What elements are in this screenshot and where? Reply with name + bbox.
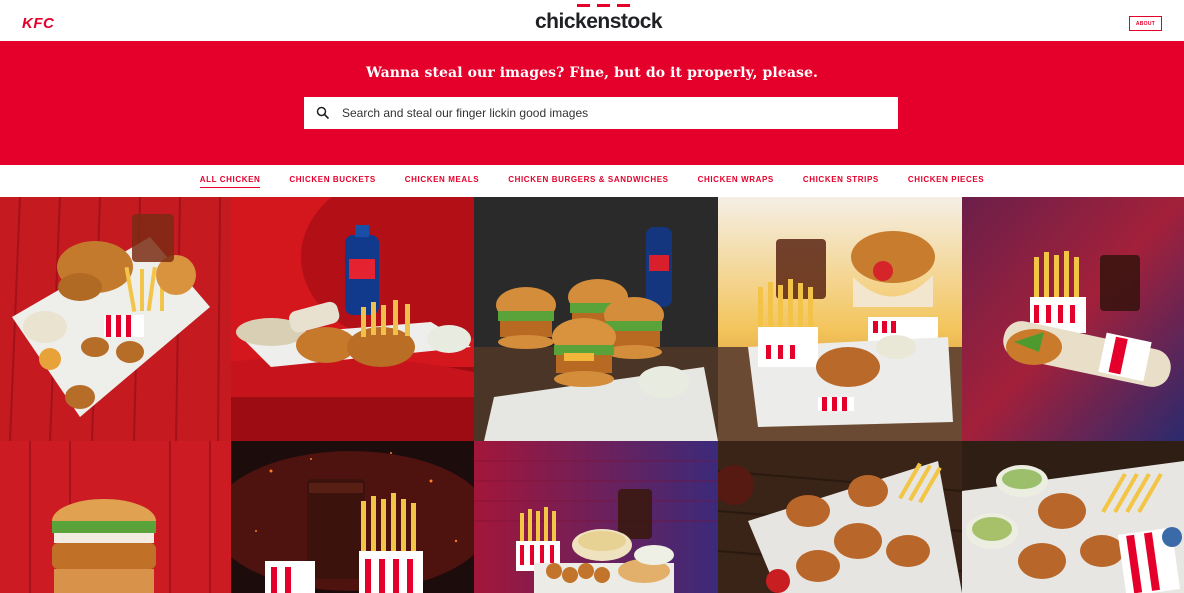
image-tile[interactable]: [474, 441, 718, 593]
chicken-burgers-image: [474, 197, 718, 441]
tab-chicken-meals[interactable]: CHICKEN MEALS: [405, 175, 479, 187]
brand-stripes-icon: [577, 4, 631, 8]
image-tile[interactable]: [718, 441, 962, 593]
tab-chicken-wraps[interactable]: CHICKEN WRAPS: [698, 175, 774, 187]
image-tile[interactable]: [231, 197, 474, 441]
popcorn-chicken-meal-image: [474, 441, 718, 593]
image-grid: [0, 197, 1184, 593]
chicken-burger-image: [0, 441, 231, 593]
chicken-wraps-meal-image: [231, 197, 474, 441]
chicken-bucket-image: [962, 441, 1184, 593]
fries-and-drink-image: [231, 441, 474, 593]
tab-chicken-strips[interactable]: CHICKEN STRIPS: [803, 175, 879, 187]
hero-banner: Wanna steal our images? Fine, but do it …: [0, 41, 1184, 165]
chicken-meal-tray-image: [0, 197, 231, 441]
image-tile[interactable]: [962, 197, 1184, 441]
image-tile[interactable]: [0, 197, 231, 441]
tab-chicken-pieces[interactable]: CHICKEN PIECES: [908, 175, 984, 187]
kfc-logo[interactable]: KFC: [22, 15, 54, 32]
top-bar: KFC chickenstock ABOUT: [0, 0, 1184, 41]
tab-chicken-buckets[interactable]: CHICKEN BUCKETS: [289, 175, 375, 187]
chicken-pieces-image: [718, 441, 962, 593]
tab-chicken-burgers-sandwiches[interactable]: CHICKEN BURGERS & SANDWICHES: [508, 175, 668, 187]
search-input[interactable]: [342, 98, 882, 128]
search-bar[interactable]: [304, 97, 898, 129]
search-icon[interactable]: [304, 97, 342, 129]
image-tile[interactable]: [474, 197, 718, 441]
image-tile[interactable]: [718, 197, 962, 441]
image-tile[interactable]: [0, 441, 231, 593]
twister-wrap-image: [962, 197, 1184, 441]
tab-all-chicken[interactable]: ALL CHICKEN: [199, 175, 261, 188]
category-nav: ALL CHICKEN CHICKEN BUCKETS CHICKEN MEAL…: [0, 165, 1184, 197]
image-tile[interactable]: [962, 441, 1184, 593]
image-tile[interactable]: [231, 441, 474, 593]
chicken-box-meal-image: [718, 197, 962, 441]
chickenstock-logo[interactable]: chickenstock: [535, 10, 663, 34]
about-button[interactable]: ABOUT: [1129, 16, 1162, 31]
hero-title: Wanna steal our images? Fine, but do it …: [366, 65, 818, 81]
